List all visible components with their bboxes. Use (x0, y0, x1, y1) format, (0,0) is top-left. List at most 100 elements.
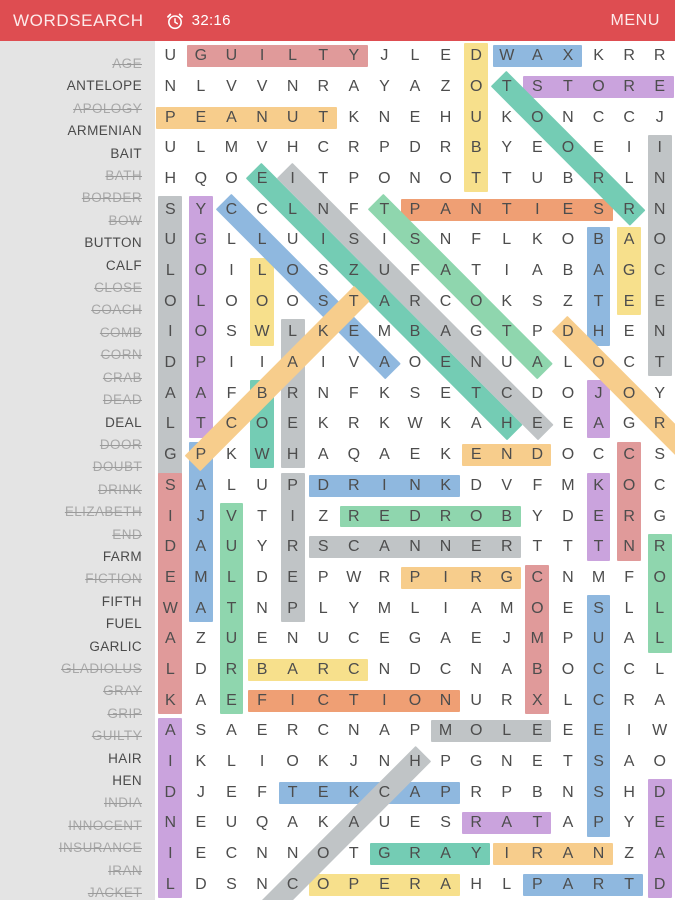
grid-cell[interactable]: N (369, 655, 400, 686)
grid-cell[interactable]: F (522, 471, 553, 502)
grid-cell[interactable]: O (461, 72, 492, 103)
grid-cell[interactable]: U (277, 225, 308, 256)
grid-cell[interactable]: K (339, 777, 370, 808)
grid-cell[interactable]: D (155, 532, 186, 563)
grid-cell[interactable]: E (186, 808, 217, 839)
grid-cell[interactable]: R (369, 563, 400, 594)
grid-cell[interactable]: M (369, 593, 400, 624)
grid-cell[interactable]: E (461, 624, 492, 655)
grid-cell[interactable]: O (277, 286, 308, 317)
grid-cell[interactable]: I (614, 716, 645, 747)
grid-cell[interactable]: A (339, 72, 370, 103)
grid-cell[interactable]: W (491, 41, 522, 72)
grid-cell[interactable]: L (614, 164, 645, 195)
word-list-item[interactable]: FIFTH (0, 591, 155, 613)
grid-cell[interactable]: N (491, 440, 522, 471)
grid-cell[interactable]: F (247, 777, 278, 808)
grid-cell[interactable]: L (277, 317, 308, 348)
grid-cell[interactable]: N (430, 225, 461, 256)
grid-cell[interactable]: A (644, 839, 675, 870)
grid-cell[interactable]: O (277, 747, 308, 778)
grid-cell[interactable]: N (155, 72, 186, 103)
grid-cell[interactable]: K (583, 41, 614, 72)
grid-cell[interactable]: B (522, 777, 553, 808)
grid-cell[interactable]: A (430, 839, 461, 870)
grid-cell[interactable]: I (155, 839, 186, 870)
grid-cell[interactable]: C (308, 716, 339, 747)
grid-cell[interactable]: G (369, 839, 400, 870)
grid-cell[interactable]: U (308, 624, 339, 655)
word-list-item[interactable]: HAIR (0, 748, 155, 770)
grid-cell[interactable]: K (430, 440, 461, 471)
grid-cell[interactable]: M (186, 563, 217, 594)
grid-cell[interactable]: R (644, 41, 675, 72)
grid-cell[interactable]: S (216, 869, 247, 900)
grid-cell[interactable]: C (308, 133, 339, 164)
grid-cell[interactable]: K (491, 286, 522, 317)
grid-cell[interactable]: T (186, 409, 217, 440)
grid-cell[interactable]: O (522, 593, 553, 624)
grid-cell[interactable]: T (491, 164, 522, 195)
grid-cell[interactable]: U (522, 164, 553, 195)
word-list-item[interactable]: DEAL (0, 412, 155, 434)
grid-cell[interactable]: D (155, 348, 186, 379)
grid-cell[interactable]: H (277, 440, 308, 471)
grid-cell[interactable]: C (339, 655, 370, 686)
grid-cell[interactable]: E (583, 501, 614, 532)
grid-cell[interactable]: C (614, 102, 645, 133)
word-list-item[interactable]: JACKET (0, 882, 155, 900)
grid-cell[interactable]: K (308, 808, 339, 839)
grid-cell[interactable]: Y (339, 593, 370, 624)
grid-cell[interactable]: R (522, 839, 553, 870)
grid-cell[interactable]: J (583, 378, 614, 409)
grid-cell[interactable]: T (216, 593, 247, 624)
grid-cell[interactable]: Z (339, 256, 370, 287)
grid-cell[interactable]: O (430, 164, 461, 195)
grid-cell[interactable]: M (553, 471, 584, 502)
grid-cell[interactable]: E (155, 563, 186, 594)
grid-cell[interactable]: O (553, 440, 584, 471)
grid-cell[interactable]: I (369, 225, 400, 256)
grid-cell[interactable]: U (583, 624, 614, 655)
word-list-item[interactable]: COMB (0, 322, 155, 344)
grid-cell[interactable]: P (430, 747, 461, 778)
grid-cell[interactable]: L (186, 286, 217, 317)
grid-cell[interactable]: L (216, 747, 247, 778)
grid-cell[interactable]: E (277, 409, 308, 440)
grid-cell[interactable]: R (339, 471, 370, 502)
grid-cell[interactable]: O (400, 348, 431, 379)
grid-cell[interactable]: Y (461, 839, 492, 870)
grid-cell[interactable]: A (277, 348, 308, 379)
grid-cell[interactable]: N (644, 194, 675, 225)
word-list-item[interactable]: END (0, 524, 155, 546)
grid-cell[interactable]: D (461, 41, 492, 72)
word-list-item[interactable]: AGE (0, 53, 155, 75)
grid-cell[interactable]: O (644, 747, 675, 778)
grid-cell[interactable]: E (430, 41, 461, 72)
grid-cell[interactable]: U (155, 225, 186, 256)
grid-cell[interactable]: O (369, 164, 400, 195)
word-list-item[interactable]: BATH (0, 165, 155, 187)
grid-cell[interactable]: M (216, 133, 247, 164)
grid-cell[interactable]: I (155, 501, 186, 532)
grid-cell[interactable]: U (216, 808, 247, 839)
word-list-item[interactable]: CRAB (0, 367, 155, 389)
grid-cell[interactable]: U (247, 471, 278, 502)
grid-cell[interactable]: C (339, 532, 370, 563)
grid-cell[interactable]: C (491, 378, 522, 409)
grid-cell[interactable]: P (522, 317, 553, 348)
grid-cell[interactable]: E (247, 716, 278, 747)
grid-cell[interactable]: O (216, 286, 247, 317)
word-list-item[interactable]: INNOCENT (0, 815, 155, 837)
grid-cell[interactable]: O (277, 256, 308, 287)
grid-cell[interactable]: R (430, 133, 461, 164)
grid-cell[interactable]: B (247, 655, 278, 686)
grid-cell[interactable]: N (247, 839, 278, 870)
grid-cell[interactable]: G (186, 41, 217, 72)
grid-cell[interactable]: U (155, 133, 186, 164)
grid-cell[interactable]: L (216, 225, 247, 256)
grid-cell[interactable]: S (339, 225, 370, 256)
grid-cell[interactable]: Z (308, 501, 339, 532)
grid-cell[interactable]: I (522, 194, 553, 225)
word-list-item[interactable]: INSURANCE (0, 837, 155, 859)
